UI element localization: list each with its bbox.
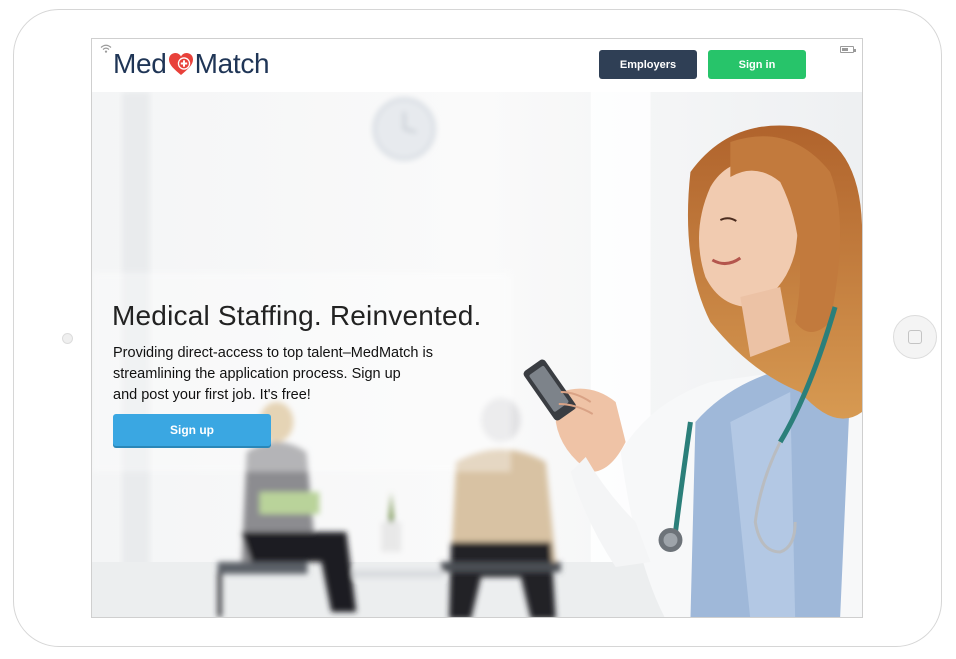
heart-cross-icon: [168, 53, 193, 75]
home-button-icon: [908, 330, 922, 344]
medmatch-logo[interactable]: Med Match: [113, 48, 270, 80]
wifi-icon: [100, 44, 112, 53]
hero-description: Providing direct-access to top talent–Me…: [113, 343, 458, 406]
sign-in-button[interactable]: Sign in: [708, 50, 806, 79]
clock-icon: [372, 97, 436, 161]
hero-description-line-3: and post your first job. It's free!: [113, 387, 311, 403]
hero-headline: Medical Staffing. Reinvented.: [112, 300, 482, 331]
logo-text-match: Match: [194, 48, 270, 79]
employers-button[interactable]: Employers: [599, 50, 697, 79]
home-button[interactable]: [893, 315, 937, 359]
header-bar: Med Match Employers Sign in: [92, 39, 862, 92]
hero-description-line-1: Providing direct-access to top talent–Me…: [113, 345, 433, 361]
logo-text-med: Med: [113, 48, 167, 79]
sign-up-button[interactable]: Sign up: [113, 414, 271, 446]
hero-section: Medical Staffing. Reinvented. Providing …: [92, 92, 862, 617]
tablet-screen: Med Match Employers Sign in Medical Staf…: [91, 38, 863, 618]
battery-icon: [840, 46, 856, 53]
camera-dot: [62, 333, 73, 344]
hero-description-line-2: streamlining the application process. Si…: [113, 366, 401, 382]
